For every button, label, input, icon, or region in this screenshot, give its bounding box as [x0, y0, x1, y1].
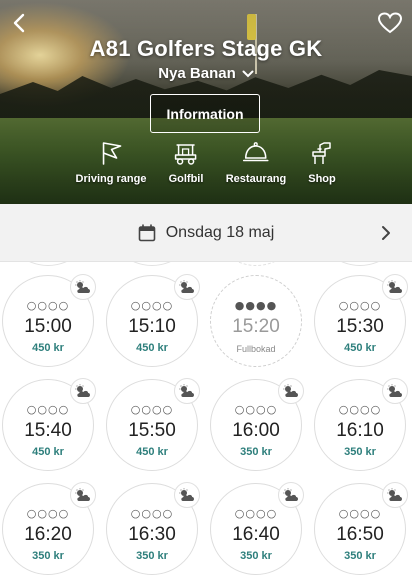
facility-label: Driving range [75, 173, 147, 185]
player-spots: ○○○○ [338, 403, 382, 416]
flag-icon [103, 142, 122, 165]
next-day-button[interactable] [376, 222, 396, 244]
tee-time-slot-partial [106, 262, 198, 266]
weather-badge [382, 378, 408, 404]
partly-cloudy-icon [179, 384, 194, 397]
heart-outline-icon [378, 12, 402, 34]
weather-badge [278, 482, 304, 508]
tee-time-slot-partial [314, 262, 406, 266]
facility-label: Golfbil [168, 173, 204, 185]
player-spots: ○○○○ [26, 403, 70, 416]
tee-time: 15:10 [128, 316, 176, 337]
tee-time: 16:20 [24, 524, 72, 545]
weather-badge [174, 274, 200, 300]
partly-cloudy-icon [75, 384, 90, 397]
partly-cloudy-icon [283, 488, 298, 501]
facility-restaurang[interactable]: Restaurang [225, 140, 287, 185]
player-spots: ○○○○ [26, 299, 70, 312]
player-spots: ○○○○ [26, 507, 70, 520]
slot-price: 350 kr [344, 446, 376, 458]
slot-price: 450 kr [136, 446, 168, 458]
weather-badge [174, 378, 200, 404]
weather-badge [70, 274, 96, 300]
tee-time-slot: ●●●● 15:20 Fullbokad [210, 275, 302, 367]
tee-time: 15:40 [24, 420, 72, 441]
partly-cloudy-icon [387, 384, 402, 397]
tee-time: 16:00 [232, 420, 280, 441]
player-spots: ○○○○ [338, 507, 382, 520]
date-picker[interactable]: Onsdag 18 maj [0, 204, 412, 262]
partly-cloudy-icon [75, 488, 90, 501]
tee-time-slot-partial [210, 262, 302, 266]
slot-price: 450 kr [136, 342, 168, 354]
date-label: Onsdag 18 maj [165, 224, 275, 241]
slot-price: 350 kr [32, 550, 64, 562]
player-spots: ○○○○ [130, 299, 174, 312]
shop-icon [312, 142, 331, 164]
slot-price: 350 kr [344, 550, 376, 562]
course-hero: A81 Golfers Stage GK Nya Banan Informati… [0, 0, 412, 204]
slot-price: 350 kr [240, 550, 272, 562]
course-name: Nya Banan [158, 65, 236, 82]
tee-time: 15:00 [24, 316, 72, 337]
date-bar: Onsdag 18 maj [0, 204, 412, 262]
club-title: A81 Golfers Stage GK [89, 36, 323, 61]
facility-label: Restaurang [225, 173, 287, 185]
facilities-row: Driving range Golfbil Restaurang Shop [0, 140, 412, 190]
slot-price: 450 kr [32, 342, 64, 354]
tee-time-grid: ○○○○ 15:00 450 kr ○○○○ 15:10 450 kr ●●●● 15:20 F… [0, 262, 412, 582]
player-spots: ○○○○ [338, 299, 382, 312]
course-selector[interactable]: Nya Banan [0, 65, 412, 82]
favorite-button[interactable] [376, 10, 404, 36]
back-button[interactable] [6, 10, 32, 36]
weather-badge [174, 482, 200, 508]
partly-cloudy-icon [179, 280, 194, 293]
tee-time: 16:40 [232, 524, 280, 545]
cloche-icon [243, 142, 269, 162]
weather-badge [382, 274, 408, 300]
tee-time: 15:20 [232, 316, 280, 337]
tee-time: 15:30 [336, 316, 384, 337]
tee-time-slot-partial [2, 262, 94, 266]
partly-cloudy-icon [283, 384, 298, 397]
tee-time: 16:10 [336, 420, 384, 441]
chevron-down-icon [242, 70, 254, 77]
weather-badge [70, 482, 96, 508]
facility-driving-range[interactable]: Driving range [75, 140, 147, 185]
slot-price: 450 kr [32, 446, 64, 458]
player-spots: ○○○○ [130, 507, 174, 520]
calendar-icon [138, 224, 156, 242]
facility-golfbil[interactable]: Golfbil [168, 140, 204, 185]
player-spots: ○○○○ [234, 403, 278, 416]
information-button[interactable]: Information [150, 94, 260, 133]
tee-time: 16:50 [336, 524, 384, 545]
player-spots: ○○○○ [234, 507, 278, 520]
partly-cloudy-icon [387, 488, 402, 501]
chevron-left-icon [13, 13, 25, 33]
slot-price: 350 kr [136, 550, 168, 562]
partly-cloudy-icon [179, 488, 194, 501]
facility-label: Shop [308, 173, 336, 185]
player-spots: ●●●● [234, 299, 278, 312]
weather-badge [382, 482, 408, 508]
slot-status: Fullbokad [236, 344, 276, 354]
chevron-right-icon [382, 226, 390, 240]
slot-price: 350 kr [240, 446, 272, 458]
partly-cloudy-icon [75, 280, 90, 293]
partly-cloudy-icon [387, 280, 402, 293]
tee-time: 16:30 [128, 524, 176, 545]
player-spots: ○○○○ [130, 403, 174, 416]
weather-badge [70, 378, 96, 404]
tee-time: 15:50 [128, 420, 176, 441]
slot-price: 450 kr [344, 342, 376, 354]
golf-cart-icon [175, 144, 197, 165]
facility-shop[interactable]: Shop [308, 140, 336, 185]
weather-badge [278, 378, 304, 404]
